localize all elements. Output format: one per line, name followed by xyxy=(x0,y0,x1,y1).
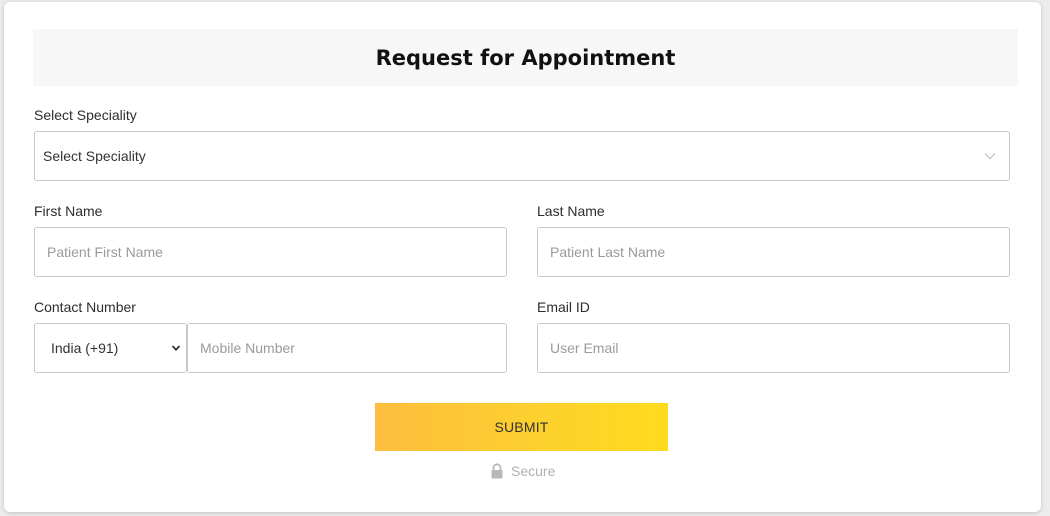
form-header: Request for Appointment xyxy=(33,29,1018,86)
email-label: Email ID xyxy=(537,299,590,315)
speciality-select[interactable]: Select Speciality xyxy=(34,131,1010,181)
speciality-selected-value: Select Speciality xyxy=(43,148,146,164)
page-title: Request for Appointment xyxy=(375,45,676,70)
mobile-number-placeholder: Mobile Number xyxy=(200,340,295,356)
last-name-field[interactable]: Patient Last Name xyxy=(537,227,1010,277)
submit-button[interactable]: SUBMIT xyxy=(375,403,668,451)
contact-number-label: Contact Number xyxy=(34,299,136,315)
first-name-placeholder: Patient First Name xyxy=(47,244,163,260)
first-name-label: First Name xyxy=(34,203,103,219)
caret-down-icon xyxy=(171,345,181,351)
secure-label: Secure xyxy=(511,463,556,479)
email-field[interactable]: User Email xyxy=(537,323,1010,373)
speciality-label: Select Speciality xyxy=(34,107,137,123)
chevron-down-icon xyxy=(984,153,996,160)
secure-indicator: Secure xyxy=(490,462,555,480)
lock-icon xyxy=(491,463,503,479)
mobile-number-field[interactable]: Mobile Number xyxy=(187,323,507,373)
last-name-placeholder: Patient Last Name xyxy=(550,244,666,260)
country-code-value: India (+91) xyxy=(51,340,119,356)
last-name-label: Last Name xyxy=(537,203,605,219)
submit-button-label: SUBMIT xyxy=(494,419,549,435)
country-code-select[interactable]: India (+91) xyxy=(34,323,187,373)
first-name-field[interactable]: Patient First Name xyxy=(34,227,507,277)
email-placeholder: User Email xyxy=(550,340,619,356)
